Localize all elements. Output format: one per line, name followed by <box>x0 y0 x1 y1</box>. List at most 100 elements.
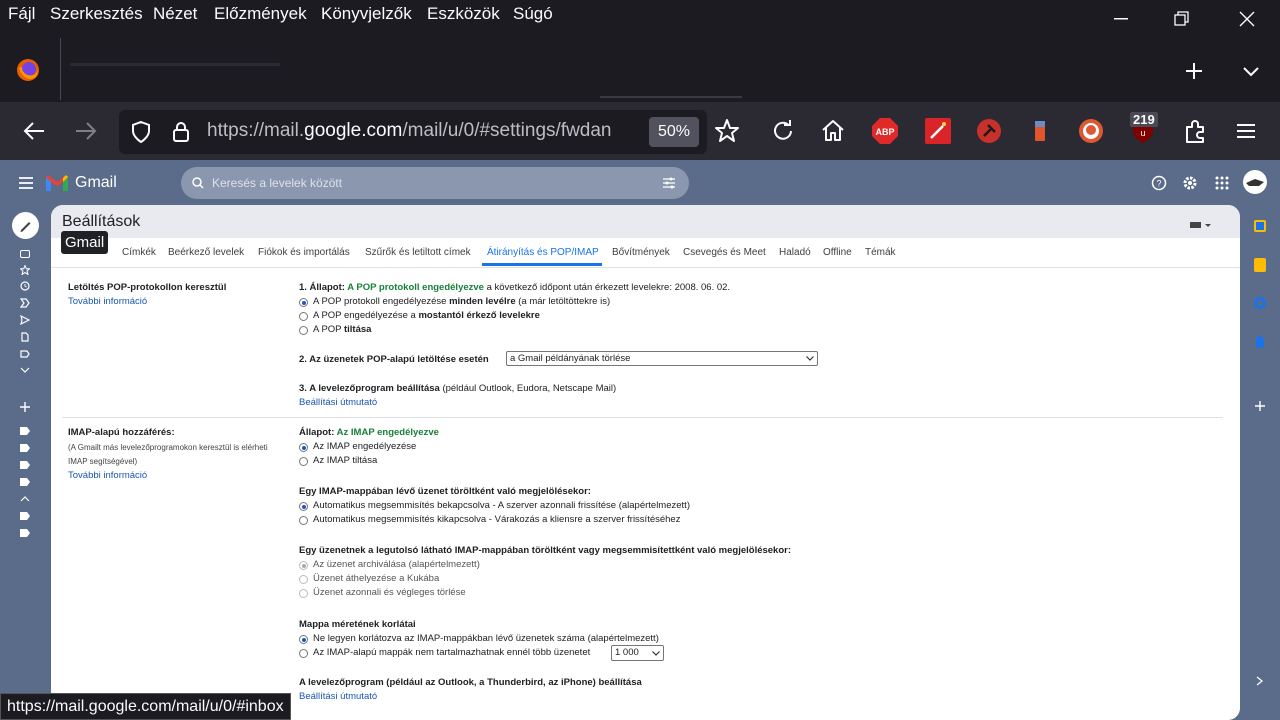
extensions-button[interactable] <box>1181 117 1209 145</box>
tab-themes[interactable]: Témák <box>865 247 896 258</box>
search-box[interactable]: Keresés a levelek között <box>181 167 689 199</box>
active-tab[interactable] <box>70 48 1150 98</box>
eraser-extension-button[interactable] <box>1026 117 1054 145</box>
search-options-icon[interactable] <box>662 176 676 190</box>
duckduckgo-button[interactable] <box>1077 117 1105 145</box>
home-button[interactable] <box>819 117 847 145</box>
forward-button[interactable] <box>72 117 100 145</box>
chevron-right-icon[interactable] <box>1256 676 1264 686</box>
support-button[interactable]: ? <box>1151 175 1167 191</box>
pop-new-radio[interactable] <box>299 312 308 321</box>
tab-chat-meet[interactable]: Csevegés és Meet <box>683 247 766 258</box>
starred-icon[interactable] <box>20 265 30 275</box>
minimize-button[interactable] <box>1091 0 1151 38</box>
calendar-icon[interactable] <box>1254 220 1266 232</box>
menu-file[interactable]: Fájl <box>8 4 35 24</box>
gmail-logo-icon[interactable] <box>45 174 69 192</box>
url-bar[interactable]: https://mail.google.com/mail/u/0/#settin… <box>119 110 707 154</box>
imap-enable-radio[interactable] <box>299 443 308 452</box>
create-label-icon[interactable] <box>19 401 31 413</box>
snoozed-icon[interactable] <box>20 281 30 291</box>
menu-bookmarks[interactable]: Könyvjelzők <box>321 4 412 24</box>
avatar[interactable] <box>1243 170 1267 194</box>
zoom-level-button[interactable]: 50% <box>649 117 699 147</box>
label-icon[interactable] <box>20 478 30 486</box>
settings-button[interactable] <box>1182 175 1198 191</box>
imap-expunge-heading: Egy üzenetnek a legutolsó látható IMAP-m… <box>299 545 792 556</box>
pop-more-info-link[interactable]: További információ <box>68 296 147 307</box>
search-input[interactable]: Keresés a levelek között <box>212 176 342 190</box>
shield-icon[interactable] <box>129 120 153 144</box>
pop-setup-guide-link[interactable]: Beállítási útmutató <box>299 397 377 408</box>
hammer-extension-button[interactable] <box>975 117 1003 145</box>
lock-icon[interactable] <box>169 120 193 144</box>
tab-strip <box>0 38 1280 102</box>
delete-forever-radio[interactable] <box>299 589 308 598</box>
back-button[interactable] <box>20 117 48 145</box>
more-chevron-icon[interactable] <box>20 366 30 374</box>
imap-setup-guide-link[interactable]: Beállítási útmutató <box>299 691 377 702</box>
auto-expunge-on-radio[interactable] <box>299 502 308 511</box>
limit-select[interactable]: 1 000 <box>611 645 664 661</box>
no-limit-radio[interactable] <box>299 635 308 644</box>
apps-button[interactable] <box>1214 175 1230 191</box>
label-icon[interactable] <box>20 512 30 520</box>
folder-size-heading: Mappa méretének korlátai <box>299 619 416 630</box>
menu-help[interactable]: Súgó <box>513 4 553 24</box>
drafts-icon[interactable] <box>20 332 30 342</box>
tab-forwarding[interactable]: Átirányítás és POP/IMAP <box>487 247 599 258</box>
tab-inbox[interactable]: Beérkező levelek <box>168 247 244 258</box>
url-text[interactable]: https://mail.google.com/mail/u/0/#settin… <box>207 120 637 142</box>
contacts-icon[interactable] <box>1256 336 1264 348</box>
adblock-plus-button[interactable]: ABP <box>871 117 899 145</box>
archive-radio[interactable] <box>299 561 308 570</box>
pop-action-select[interactable]: a Gmail példányának törlése <box>506 351 818 366</box>
tab-filters[interactable]: Szűrők és letiltott címek <box>365 247 471 258</box>
label-icon[interactable] <box>20 427 30 435</box>
inbox-icon[interactable] <box>20 250 30 258</box>
list-tabs-button[interactable] <box>1238 60 1264 82</box>
gmail-logo-text[interactable]: Gmail <box>75 174 117 192</box>
bookmark-star-button[interactable] <box>713 117 741 145</box>
firefox-icon[interactable] <box>16 58 40 82</box>
important-icon[interactable] <box>20 298 30 308</box>
magic-wand-extension-button[interactable] <box>924 117 952 145</box>
compose-button[interactable] <box>12 212 39 239</box>
label-icon[interactable] <box>20 461 30 469</box>
close-window-button[interactable] <box>1217 0 1277 38</box>
main-menu-button[interactable] <box>17 174 35 192</box>
trash-radio[interactable] <box>299 575 308 584</box>
label-icon[interactable] <box>20 529 30 537</box>
search-icon[interactable] <box>192 177 204 189</box>
menu-view[interactable]: Nézet <box>153 4 197 24</box>
new-tab-button[interactable] <box>1180 57 1208 85</box>
tab-offline[interactable]: Offline <box>823 247 852 258</box>
limit-radio[interactable] <box>299 649 308 658</box>
tab-labels[interactable]: Címkék <box>122 247 156 258</box>
label-icon[interactable] <box>20 349 30 359</box>
imap-disable-radio[interactable] <box>299 457 308 466</box>
app-menu-button[interactable] <box>1232 117 1260 145</box>
pop-disable-radio[interactable] <box>299 326 308 335</box>
client-config-heading: A levelezőprogram (például az Outlook, a… <box>299 677 642 688</box>
tasks-icon[interactable] <box>1254 297 1266 309</box>
restore-button[interactable] <box>1152 0 1212 38</box>
add-addon-icon[interactable] <box>1254 400 1266 412</box>
collapse-chevron-icon[interactable] <box>20 495 30 503</box>
label-icon[interactable] <box>20 444 30 452</box>
imap-more-info-link[interactable]: További információ <box>68 470 147 481</box>
tab-advanced[interactable]: Haladó <box>779 247 811 258</box>
tab-accounts[interactable]: Fiókok és importálás <box>258 247 350 258</box>
menu-history[interactable]: Előzmények <box>214 4 307 24</box>
menu-tools[interactable]: Eszközök <box>427 4 500 24</box>
keep-icon[interactable] <box>1254 258 1266 272</box>
input-tools-button[interactable] <box>1189 217 1213 228</box>
sent-icon[interactable] <box>20 315 30 325</box>
auto-expunge-off-radio[interactable] <box>299 516 308 525</box>
menu-edit[interactable]: Szerkesztés <box>50 4 143 24</box>
ublock-count-badge: 219 <box>1130 112 1158 127</box>
keyboard-icon <box>1190 222 1211 228</box>
tab-addons[interactable]: Bővítmények <box>612 247 670 258</box>
pop-all-radio[interactable] <box>299 298 308 307</box>
reload-button[interactable] <box>769 117 797 145</box>
